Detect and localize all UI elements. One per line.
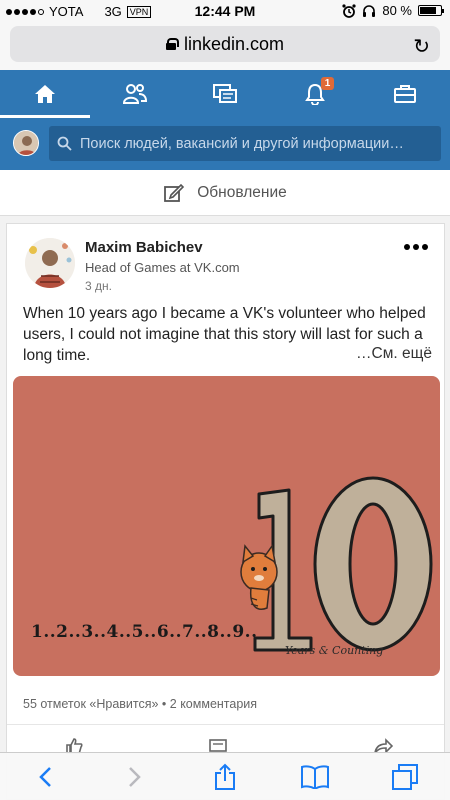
author-name[interactable]: Maxim Babichev [85, 239, 203, 256]
author-headline: Head of Games at VK.com [85, 260, 240, 275]
tabs-button[interactable] [385, 757, 425, 797]
author-avatar[interactable] [25, 238, 75, 288]
forward-button[interactable] [115, 757, 155, 797]
search-input[interactable]: Поиск людей, вакансий и другой информаци… [49, 126, 441, 161]
address-bar[interactable]: linkedin.com ↻ [10, 26, 440, 62]
lock-icon [165, 38, 179, 50]
nav-notifications[interactable]: 1 [270, 70, 360, 118]
counting-text: 1..2..3..4..5..6..7..8..9.. [31, 622, 258, 642]
post-actions [7, 734, 444, 754]
chevron-right-icon [129, 766, 141, 787]
social-counts[interactable]: 55 отметок «Нравится» • 2 комментария [23, 697, 257, 711]
divider [7, 724, 444, 725]
edit-icon [164, 183, 185, 202]
nav-messaging[interactable] [180, 70, 270, 118]
nav-network[interactable] [90, 70, 180, 118]
share-update-button[interactable]: Обновление [0, 170, 450, 216]
update-label: Обновление [197, 183, 287, 201]
chevron-left-icon [39, 766, 51, 787]
browser-toolbar [0, 752, 450, 800]
post-time: 3 дн. [85, 279, 112, 293]
reload-icon[interactable]: ↻ [413, 34, 430, 59]
headphones-icon [363, 4, 376, 17]
profile-avatar[interactable] [13, 130, 39, 156]
post-image[interactable]: 1..2..3..4..5..6..7..8..9.. Years & Coun… [13, 376, 440, 676]
bookmarks-icon [301, 764, 329, 789]
search-row: Поиск людей, вакансий и другой информаци… [0, 118, 450, 170]
back-button[interactable] [25, 757, 65, 797]
notification-badge: 1 [321, 77, 334, 90]
see-more-link[interactable]: …См. ещё [356, 345, 432, 363]
share-sheet-icon [215, 763, 235, 790]
years-counting-caption: Years & Counting [285, 644, 384, 657]
browser-url-area: linkedin.com ↻ [0, 22, 450, 70]
feed-post: Maxim Babichev Head of Games at VK.com 3… [6, 223, 445, 800]
network-icon [122, 84, 148, 104]
battery-icon [418, 5, 444, 16]
messaging-icon [213, 84, 237, 103]
alarm-icon [342, 3, 356, 18]
nav-jobs[interactable] [360, 70, 450, 118]
nav-home[interactable] [0, 70, 90, 118]
search-icon [57, 136, 72, 151]
search-placeholder: Поиск людей, вакансий и другой информаци… [80, 135, 404, 152]
home-icon [35, 85, 55, 103]
top-navigation: 1 [0, 70, 450, 118]
jobs-icon [394, 85, 416, 103]
status-bar: YOTA 3G VPN 12:44 PM 80 % [0, 0, 450, 22]
url-text: linkedin.com [183, 33, 285, 54]
share-sheet-button[interactable] [205, 757, 245, 797]
battery-percent: 80 % [382, 3, 412, 18]
tabs-icon [392, 763, 418, 790]
bookmarks-button[interactable] [295, 757, 335, 797]
more-options-icon[interactable] [404, 244, 428, 250]
